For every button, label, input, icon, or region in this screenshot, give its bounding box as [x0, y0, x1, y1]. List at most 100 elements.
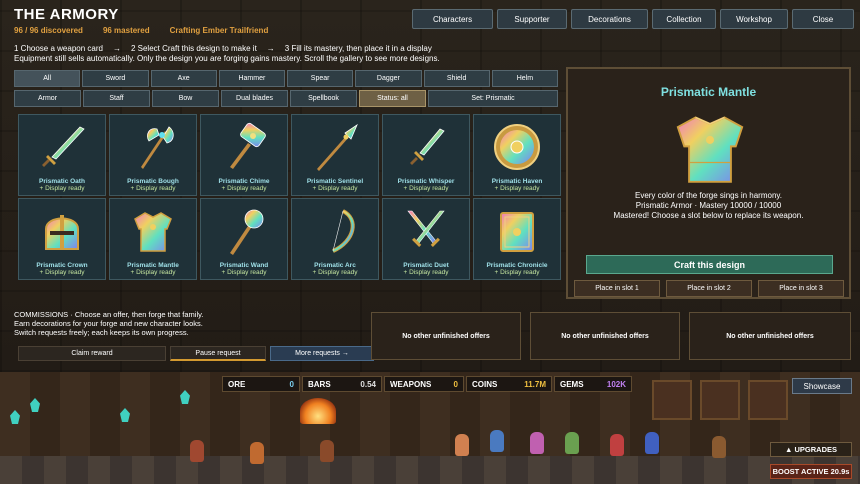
more-requests-button[interactable]: More requests →: [270, 346, 374, 361]
characters-button[interactable]: Characters: [412, 9, 493, 29]
weapon-rack-icon: [748, 380, 788, 420]
boost-active-badge[interactable]: BOOST ACTIVE 20.9s: [770, 464, 852, 479]
filter-spellbook[interactable]: Spellbook: [290, 90, 357, 107]
place-slot-2-button[interactable]: Place in slot 2: [666, 280, 752, 297]
hero-sprite: [565, 432, 579, 454]
weapons-counter: WEAPONS 0: [384, 376, 464, 392]
card-status: + Display ready: [39, 269, 85, 276]
pause-request-button[interactable]: Pause request: [170, 346, 266, 361]
hammer-icon: [230, 122, 266, 169]
ore-label: ORE: [228, 379, 246, 389]
weapon-card[interactable]: Prismatic Mantle + Display ready: [109, 198, 197, 280]
card-name: Prismatic Chronicle: [486, 262, 548, 269]
weapon-card[interactable]: Prismatic Crown + Display ready: [18, 198, 106, 280]
filter-dagger[interactable]: Dagger: [355, 70, 422, 87]
card-status: + Display ready: [221, 185, 267, 192]
weapon-rack-icon: [700, 380, 740, 420]
weapon-rack-icon: [652, 380, 692, 420]
gems-value: 102K: [606, 379, 626, 389]
filter-set[interactable]: Set: Prismatic: [428, 90, 558, 107]
armor-icon: [134, 212, 172, 252]
card-name: Prismatic Crown: [36, 262, 88, 269]
detail-hint: Mastered! Choose a slot below to replace…: [613, 211, 804, 220]
coins-value: 11.7M: [524, 379, 546, 389]
page-title: THE ARMORY: [14, 6, 119, 23]
hero-sprite: [610, 434, 624, 456]
hero-sprite: [455, 434, 469, 456]
hero-sprite: [530, 432, 544, 454]
weapon-card[interactable]: Prismatic Wand + Display ready: [200, 198, 288, 280]
shield-icon: [494, 124, 540, 170]
weapon-card[interactable]: Prismatic Sentinel + Display ready: [291, 114, 379, 196]
dual-blades-icon: [407, 210, 445, 247]
bars-value: 0.54: [360, 379, 376, 389]
mastered-count: 96 mastered: [102, 26, 150, 35]
card-name: Prismatic Arc: [314, 262, 356, 269]
weapon-card[interactable]: Prismatic Oath + Display ready: [18, 114, 106, 196]
filter-axe[interactable]: Axe: [150, 70, 217, 87]
forge-floor: [0, 456, 860, 484]
filter-armor[interactable]: Armor: [14, 90, 81, 107]
filter-spear[interactable]: Spear: [287, 70, 354, 87]
craft-design-button[interactable]: Craft this design: [586, 255, 833, 274]
step-3: 3 Fill its mastery, then place it in a d…: [284, 44, 432, 53]
instructions-note: Equipment still sells automatically. Onl…: [14, 54, 440, 63]
hero-sprite: [490, 430, 504, 452]
filter-row-2: Armor Staff Bow Dual blades Spellbook St…: [14, 90, 558, 107]
filter-staff[interactable]: Staff: [83, 90, 150, 107]
filter-dual-blades[interactable]: Dual blades: [221, 90, 288, 107]
header-stats: 96 / 96 discovered 96 mastered Crafting …: [14, 26, 268, 35]
place-slot-3-button[interactable]: Place in slot 3: [758, 280, 844, 297]
card-name: Prismatic Sentinel: [306, 178, 364, 185]
filter-status[interactable]: Status: all: [359, 90, 426, 107]
filter-shield[interactable]: Shield: [423, 70, 490, 87]
filter-hammer[interactable]: Hammer: [218, 70, 285, 87]
supporter-button[interactable]: Supporter: [497, 9, 567, 29]
detail-flavor: Every color of the forge sings in harmon…: [634, 191, 783, 200]
discovered-count: 96 / 96 discovered: [14, 26, 83, 35]
weapon-card[interactable]: Prismatic Duet + Display ready: [382, 198, 470, 280]
armor-icon: [676, 116, 744, 183]
gems-counter: GEMS 102K: [554, 376, 632, 392]
collection-button[interactable]: Collection: [652, 9, 716, 29]
weapon-card[interactable]: Prismatic Haven + Display ready: [473, 114, 561, 196]
design-detail-panel: Prismatic Mantle Every color of the forg…: [566, 67, 851, 299]
weapon-card[interactable]: Prismatic Bough + Display ready: [109, 114, 197, 196]
coins-label: COINS: [472, 379, 498, 389]
card-status: + Display ready: [494, 269, 540, 276]
sword-icon: [42, 126, 85, 167]
dwarf-sprite: [320, 440, 334, 462]
filter-helm[interactable]: Helm: [491, 70, 558, 87]
weapon-card[interactable]: Prismatic Chime + Display ready: [200, 114, 288, 196]
weapon-card[interactable]: Prismatic Whisper + Display ready: [382, 114, 470, 196]
card-name: Prismatic Chime: [218, 178, 270, 185]
close-button[interactable]: Close: [792, 9, 854, 29]
card-status: + Display ready: [403, 185, 449, 192]
top-nav: Characters Supporter Decorations Collect…: [412, 9, 854, 29]
place-slot-1-button[interactable]: Place in slot 1: [574, 280, 660, 297]
bars-label: BARS: [308, 379, 331, 389]
step-1: 1 Choose a weapon card: [14, 44, 103, 53]
filter-bow[interactable]: Bow: [152, 90, 219, 107]
ore-counter: ORE 0: [222, 376, 300, 392]
weapon-card[interactable]: Prismatic Chronicle + Display ready: [473, 198, 561, 280]
workshop-button[interactable]: Workshop: [720, 9, 788, 29]
decorations-button[interactable]: Decorations: [571, 9, 648, 29]
staff-icon: [230, 209, 264, 255]
offer-slot: No other unfinished offers: [530, 312, 680, 360]
offer-slot: No other unfinished offers: [689, 312, 851, 360]
forge-fire-icon: [300, 398, 336, 424]
filter-all[interactable]: All: [14, 70, 81, 87]
slot-buttons: Place in slot 1 Place in slot 2 Place in…: [574, 280, 844, 297]
filter-sword[interactable]: Sword: [82, 70, 149, 87]
spear-icon: [317, 123, 358, 171]
claim-reward-button[interactable]: Claim reward: [18, 346, 166, 361]
filter-row-1: All Sword Axe Hammer Spear Dagger Shield…: [14, 70, 558, 87]
weapon-card[interactable]: Prismatic Arc + Display ready: [291, 198, 379, 280]
showcase-button[interactable]: Showcase: [792, 378, 852, 394]
card-name: Prismatic Bough: [127, 178, 179, 185]
card-status: + Display ready: [130, 185, 176, 192]
ore-value: 0: [289, 379, 294, 389]
upgrades-button[interactable]: ▲ UPGRADES: [770, 442, 852, 457]
commissions-line: Switch requests freely; each keeps its o…: [14, 328, 189, 337]
